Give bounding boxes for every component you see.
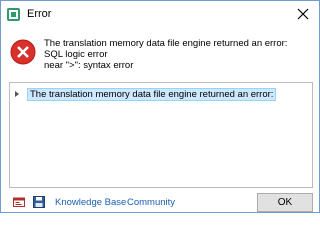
knowledge-base-link[interactable]: Knowledge Base: [55, 197, 126, 208]
error-dialog: Error The translation memory data file e…: [0, 0, 320, 213]
title-bar: Error: [1, 1, 319, 29]
expand-arrow-icon[interactable]: [15, 91, 19, 97]
save-icon[interactable]: [33, 196, 45, 208]
error-icon: [10, 39, 36, 65]
window-title: Error: [27, 8, 52, 20]
close-icon[interactable]: [295, 6, 311, 22]
message-line: near ">": syntax error: [44, 60, 134, 71]
message-line: The translation memory data file engine …: [44, 38, 288, 49]
dialog-footer: Knowledge Base Community OK: [1, 192, 319, 213]
message-line: SQL logic error: [44, 49, 108, 60]
error-details-tree[interactable]: The translation memory data file engine …: [9, 82, 313, 188]
tree-item-label[interactable]: The translation memory data file engine …: [27, 88, 277, 101]
trados-app-icon: [7, 8, 20, 21]
community-link[interactable]: Community: [127, 197, 175, 208]
ok-button[interactable]: OK: [257, 193, 313, 212]
email-icon[interactable]: [13, 196, 25, 208]
error-message: The translation memory data file engine …: [44, 38, 314, 71]
